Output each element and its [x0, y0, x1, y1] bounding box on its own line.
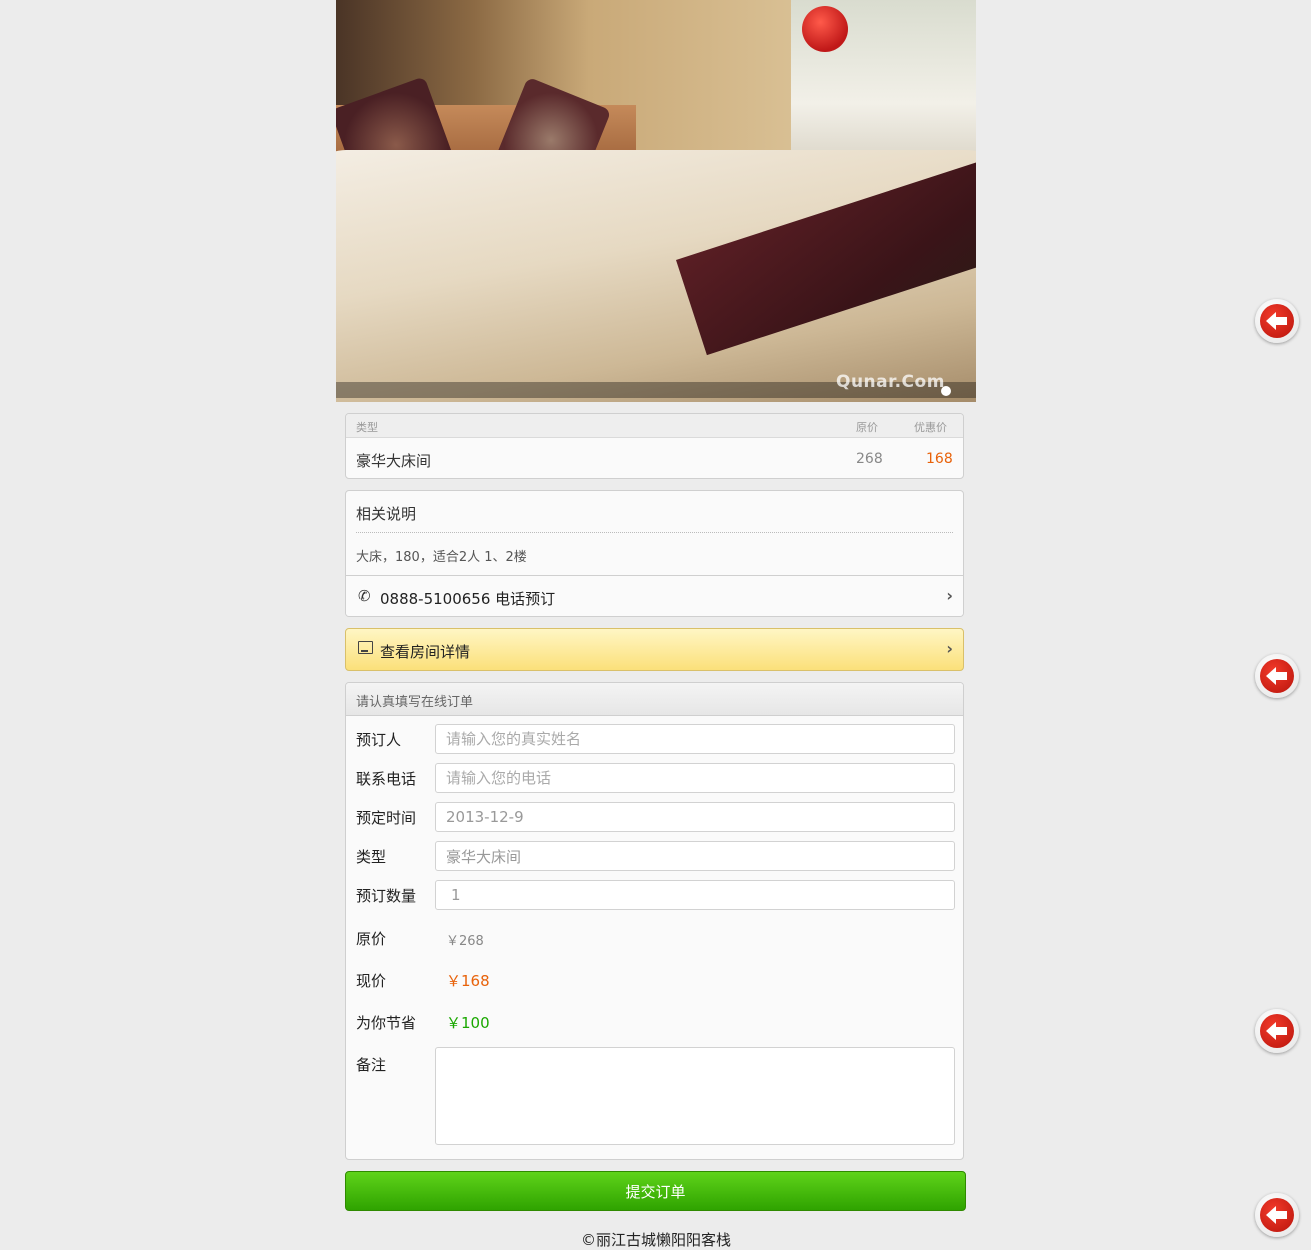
type-input[interactable] — [435, 841, 955, 871]
header-type: 类型 — [356, 421, 378, 434]
submit-order-button[interactable]: 提交订单 — [345, 1171, 966, 1211]
note-label: 备注 — [356, 1056, 387, 1074]
phone-booking-link[interactable]: ✆ 0888-5100656 电话预订 › — [346, 575, 963, 616]
carousel-indicator-dot[interactable] — [941, 386, 951, 396]
price-table-header: 类型 原价 优惠价 — [346, 414, 963, 438]
back-button[interactable] — [1255, 654, 1299, 698]
room-detail-text: 查看房间详情 — [380, 643, 471, 661]
page-container: Qunar.Com 类型 原价 优惠价 豪华大床间 268 168 相关说明 大… — [336, 0, 976, 1249]
back-button[interactable] — [1255, 299, 1299, 343]
chevron-right-icon: › — [946, 639, 953, 658]
back-arrow-icon — [1266, 1206, 1287, 1224]
picture-icon — [358, 641, 373, 654]
original-price-value: ￥268 — [446, 934, 484, 949]
phone-booking-text: 0888-5100656 电话预订 — [380, 590, 556, 608]
description-title: 相关说明 — [356, 505, 417, 523]
phone-input[interactable] — [435, 763, 955, 793]
back-button[interactable] — [1255, 1193, 1299, 1237]
order-form-header: 请认真填写在线订单 — [346, 683, 963, 716]
date-input[interactable] — [435, 802, 955, 832]
back-arrow-icon — [1266, 312, 1287, 330]
original-price-label: 原价 — [356, 930, 387, 948]
order-form: 请认真填写在线订单 预订人 联系电话 预定时间 类型 预订数量 原价 ￥268 … — [345, 682, 964, 1160]
chevron-right-icon: › — [946, 586, 953, 605]
photo-watermark: Qunar.Com — [836, 372, 945, 392]
room-photo-carousel[interactable]: Qunar.Com — [336, 0, 976, 402]
discount-price: 168 — [926, 451, 953, 467]
type-label: 类型 — [356, 848, 387, 866]
description-text: 大床，180，适合2人 1、2楼 — [356, 550, 527, 565]
back-button[interactable] — [1255, 1009, 1299, 1053]
savings-label: 为你节省 — [356, 1014, 417, 1032]
back-arrow-icon — [1266, 667, 1287, 685]
header-original-price: 原价 — [856, 421, 878, 434]
description-divider — [356, 532, 953, 533]
name-input[interactable] — [435, 724, 955, 754]
savings-value: ￥100 — [446, 1014, 490, 1032]
room-type-name: 豪华大床间 — [356, 452, 432, 470]
note-textarea[interactable] — [435, 1047, 955, 1145]
date-label: 预定时间 — [356, 809, 417, 827]
current-price-label: 现价 — [356, 972, 387, 990]
header-discount-price: 优惠价 — [914, 421, 947, 434]
back-arrow-icon — [1266, 1022, 1287, 1040]
name-label: 预订人 — [356, 731, 402, 749]
phone-label: 联系电话 — [356, 770, 417, 788]
order-form-heading: 请认真填写在线订单 — [356, 695, 474, 710]
footer-copyright: ©丽江古城懒阳阳客栈 — [580, 1231, 731, 1249]
phone-icon: ✆ — [358, 587, 371, 605]
original-price: 268 — [856, 451, 883, 467]
description-card: 相关说明 大床，180，适合2人 1、2楼 ✆ 0888-5100656 电话预… — [345, 490, 964, 617]
quantity-input[interactable] — [435, 880, 955, 910]
price-table-row: 豪华大床间 268 168 — [346, 438, 963, 478]
photo-lantern — [802, 6, 848, 52]
current-price-value: ￥168 — [446, 972, 490, 990]
quantity-label: 预订数量 — [356, 887, 417, 905]
price-table: 类型 原价 优惠价 豪华大床间 268 168 — [345, 413, 964, 479]
room-detail-link[interactable]: 查看房间详情 › — [345, 628, 964, 671]
